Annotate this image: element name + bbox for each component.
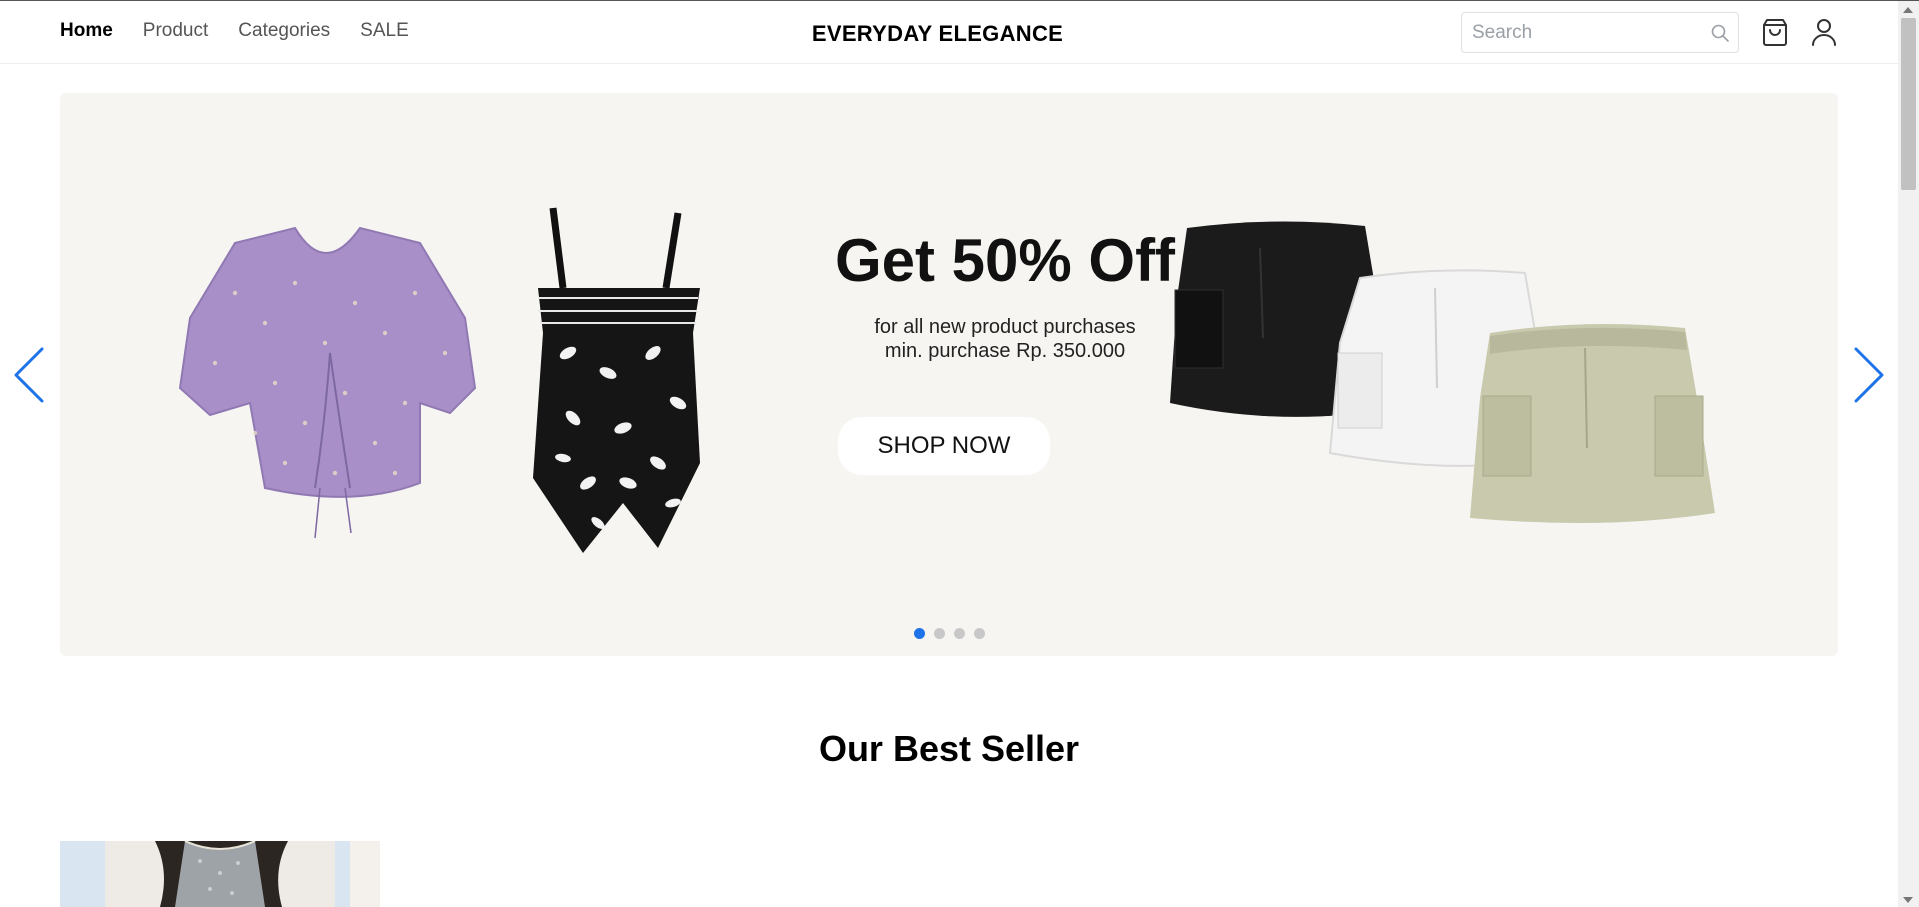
search-input[interactable] [1472, 13, 1692, 52]
page-scrollbar[interactable] [1898, 1, 1919, 907]
user-icon[interactable] [1810, 17, 1838, 47]
hero-carousel: Get 50% Off for all new product purchase… [60, 93, 1838, 656]
carousel-indicators [914, 628, 985, 639]
best-seller-title: Our Best Seller [818, 728, 1080, 769]
purple-blouse-image [178, 226, 477, 539]
product-card-image[interactable] [60, 841, 380, 907]
carousel-dot-3[interactable] [954, 628, 965, 639]
carousel-dot-4[interactable] [974, 628, 985, 639]
scrollbar-thumb[interactable] [1901, 18, 1916, 190]
shopping-bag-icon[interactable] [1760, 17, 1790, 47]
scroll-down-arrow-icon[interactable] [1903, 897, 1913, 903]
search-box [1461, 12, 1739, 53]
chevron-right-icon[interactable] [1852, 345, 1886, 405]
skirts-image [1170, 221, 1715, 523]
site-header: Home Product Categories SALE EVERYDAY EL… [0, 1, 1898, 64]
scroll-up-arrow-icon[interactable] [1903, 7, 1913, 13]
search-icon[interactable] [1710, 23, 1730, 43]
chevron-left-icon[interactable] [12, 345, 46, 405]
carousel-dot-1[interactable] [914, 628, 925, 639]
carousel-dot-2[interactable] [934, 628, 945, 639]
patterned-romper-image [533, 207, 700, 553]
shop-now-button[interactable]: SHOP NOW [838, 417, 1050, 475]
model-photo [60, 841, 380, 907]
